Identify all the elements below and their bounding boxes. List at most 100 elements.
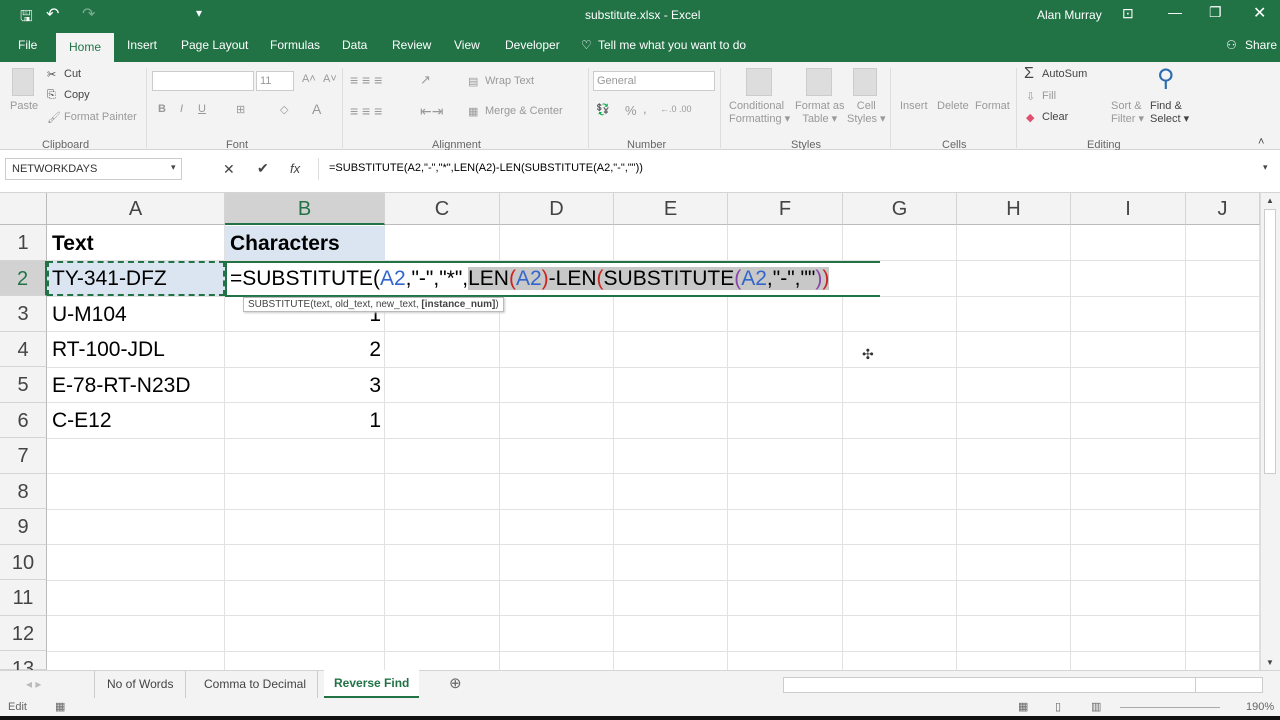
column-header-G[interactable]: G bbox=[843, 193, 957, 225]
new-sheet-icon[interactable]: ⊕ bbox=[449, 674, 462, 692]
decrease-font-icon[interactable]: A˅ bbox=[323, 73, 337, 85]
zoom-slider[interactable] bbox=[1120, 707, 1220, 708]
undo-icon[interactable]: ↶ bbox=[46, 4, 59, 24]
font-name-box[interactable] bbox=[152, 71, 254, 91]
enter-icon[interactable]: ✔ bbox=[257, 160, 269, 177]
conditional-formatting-button[interactable]: Conditional Formatting ▾ bbox=[729, 100, 790, 125]
tab-view[interactable]: View bbox=[454, 38, 480, 52]
font-size-box[interactable]: 11 bbox=[256, 71, 294, 91]
row-header-8[interactable]: 8 bbox=[0, 473, 47, 509]
expand-formula-icon[interactable]: ▾ bbox=[1263, 162, 1268, 173]
row-header-1[interactable]: 1 bbox=[0, 225, 47, 261]
sheet-tab-no-of-words[interactable]: No of Words bbox=[94, 671, 187, 698]
scroll-down-icon[interactable]: ▼ bbox=[1266, 658, 1274, 667]
sheet-prev-icon[interactable]: ◂ ▸ bbox=[26, 677, 41, 691]
wrap-text-button[interactable]: Wrap Text bbox=[485, 75, 534, 87]
cell-B1[interactable]: Characters bbox=[230, 226, 340, 261]
column-header-E[interactable]: E bbox=[614, 193, 728, 225]
row-header-7[interactable]: 7 bbox=[0, 438, 47, 474]
find-select-button[interactable]: Find & Select ▾ bbox=[1150, 100, 1189, 125]
fill-color-icon[interactable]: ◇ bbox=[280, 103, 288, 116]
delete-cells-button[interactable]: Delete bbox=[937, 100, 969, 112]
cut-button[interactable]: Cut bbox=[64, 68, 81, 80]
cell-B5[interactable]: 3 bbox=[369, 368, 381, 403]
share-button[interactable]: Share bbox=[1245, 38, 1277, 52]
row-header-10[interactable]: 10 bbox=[0, 544, 47, 580]
row-header-11[interactable]: 11 bbox=[0, 580, 47, 616]
tab-home[interactable]: Home bbox=[56, 33, 115, 62]
tab-data[interactable]: Data bbox=[342, 38, 367, 52]
align-top-icon[interactable]: ≡ ≡ ≡ bbox=[350, 72, 382, 88]
underline-button[interactable]: U bbox=[198, 103, 206, 115]
user-name[interactable]: Alan Murray bbox=[1037, 8, 1102, 22]
cancel-icon[interactable]: ✕ bbox=[223, 161, 235, 178]
redo-icon[interactable]: ↷ bbox=[82, 4, 95, 24]
sheet-tab-comma-to-decimal[interactable]: Comma to Decimal bbox=[193, 671, 319, 698]
number-format-box[interactable]: General bbox=[593, 71, 715, 91]
column-header-B[interactable]: B bbox=[225, 193, 385, 225]
customize-qat-icon[interactable]: ▾ bbox=[196, 6, 202, 20]
column-header-H[interactable]: H bbox=[957, 193, 1071, 225]
italic-button[interactable]: I bbox=[180, 103, 183, 115]
tab-review[interactable]: Review bbox=[392, 38, 431, 52]
merge-center-button[interactable]: Merge & Center bbox=[485, 105, 563, 117]
cell-styles-button[interactable]: Cell Styles ▾ bbox=[847, 100, 886, 125]
zoom-level[interactable]: 190% bbox=[1246, 701, 1274, 713]
restore-icon[interactable]: ❐ bbox=[1209, 4, 1222, 21]
cell-B6[interactable]: 1 bbox=[369, 403, 381, 438]
close-icon[interactable]: ✕ bbox=[1253, 3, 1266, 23]
collapse-ribbon-icon[interactable]: ˄ bbox=[1258, 136, 1264, 148]
page-break-view-icon[interactable]: ▥ bbox=[1091, 700, 1101, 713]
column-header-D[interactable]: D bbox=[500, 193, 614, 225]
column-header-I[interactable]: I bbox=[1071, 193, 1186, 225]
cell-A6[interactable]: C-E12 bbox=[52, 403, 112, 438]
tab-file[interactable]: File bbox=[18, 38, 37, 52]
save-icon[interactable]: 🖫 bbox=[20, 6, 33, 31]
decimal-icons[interactable]: ←.0 .00 bbox=[660, 104, 692, 114]
cell-B2-editor[interactable]: =SUBSTITUTE(A2,"-","*",LEN(A2)-LEN(SUBST… bbox=[225, 261, 880, 297]
insert-cells-button[interactable]: Insert bbox=[900, 100, 928, 112]
row-header-12[interactable]: 12 bbox=[0, 615, 47, 651]
column-header-J[interactable]: J bbox=[1186, 193, 1260, 225]
ribbon-display-icon[interactable]: ⊡ bbox=[1122, 5, 1134, 22]
cell-A5[interactable]: E-78-RT-N23D bbox=[52, 368, 191, 403]
autosum-button[interactable]: AutoSum bbox=[1042, 68, 1087, 80]
tab-page-layout[interactable]: Page Layout bbox=[181, 38, 248, 52]
name-box-dropdown-icon[interactable]: ▾ bbox=[171, 162, 176, 173]
format-as-table-button[interactable]: Format as Table ▾ bbox=[795, 100, 845, 125]
cell-A3[interactable]: U-M104 bbox=[52, 297, 127, 332]
function-tooltip[interactable]: SUBSTITUTE(text, old_text, new_text, [in… bbox=[243, 297, 504, 312]
cell-A1[interactable]: Text bbox=[52, 226, 94, 261]
formula-input[interactable]: =SUBSTITUTE(A2,"-","*",LEN(A2)-LEN(SUBST… bbox=[318, 158, 1274, 180]
minimize-icon[interactable]: — bbox=[1168, 4, 1182, 20]
copy-button[interactable]: Copy bbox=[64, 89, 90, 101]
vertical-scroll-thumb[interactable] bbox=[1264, 209, 1276, 474]
insert-function-button[interactable]: fx bbox=[290, 161, 300, 176]
vertical-scrollbar[interactable]: ▲ ▼ bbox=[1260, 193, 1280, 670]
sheet-tab-reverse-find[interactable]: Reverse Find bbox=[324, 670, 420, 698]
scroll-up-icon[interactable]: ▲ bbox=[1266, 196, 1274, 205]
tab-developer[interactable]: Developer bbox=[505, 38, 560, 52]
row-header-2[interactable]: 2 bbox=[0, 260, 47, 296]
format-painter-button[interactable]: Format Painter bbox=[64, 111, 137, 123]
row-header-13[interactable]: 13 bbox=[0, 651, 47, 680]
column-header-C[interactable]: C bbox=[385, 193, 500, 225]
select-all-button[interactable] bbox=[0, 193, 47, 225]
cell-A2[interactable]: TY-341-DFZ bbox=[52, 261, 167, 296]
clear-button[interactable]: Clear bbox=[1042, 111, 1068, 123]
increase-font-icon[interactable]: A˄ bbox=[302, 73, 316, 85]
column-header-F[interactable]: F bbox=[728, 193, 843, 225]
fill-button[interactable]: Fill bbox=[1042, 90, 1056, 102]
tab-formulas[interactable]: Formulas bbox=[270, 38, 320, 52]
font-color-icon[interactable]: A bbox=[312, 101, 321, 117]
sort-filter-button[interactable]: Sort & Filter ▾ bbox=[1111, 100, 1144, 125]
row-header-9[interactable]: 9 bbox=[0, 509, 47, 545]
cell-B4[interactable]: 2 bbox=[369, 332, 381, 367]
column-header-A[interactable]: A bbox=[47, 193, 225, 225]
bold-button[interactable]: B bbox=[158, 103, 166, 115]
share-icon[interactable]: ⚇ bbox=[1226, 38, 1237, 52]
row-header-6[interactable]: 6 bbox=[0, 402, 47, 438]
orientation-icon[interactable]: ↗ bbox=[420, 72, 431, 88]
percent-button[interactable]: % bbox=[625, 103, 637, 118]
align-left-icon[interactable]: ≡ ≡ ≡ bbox=[350, 103, 382, 119]
